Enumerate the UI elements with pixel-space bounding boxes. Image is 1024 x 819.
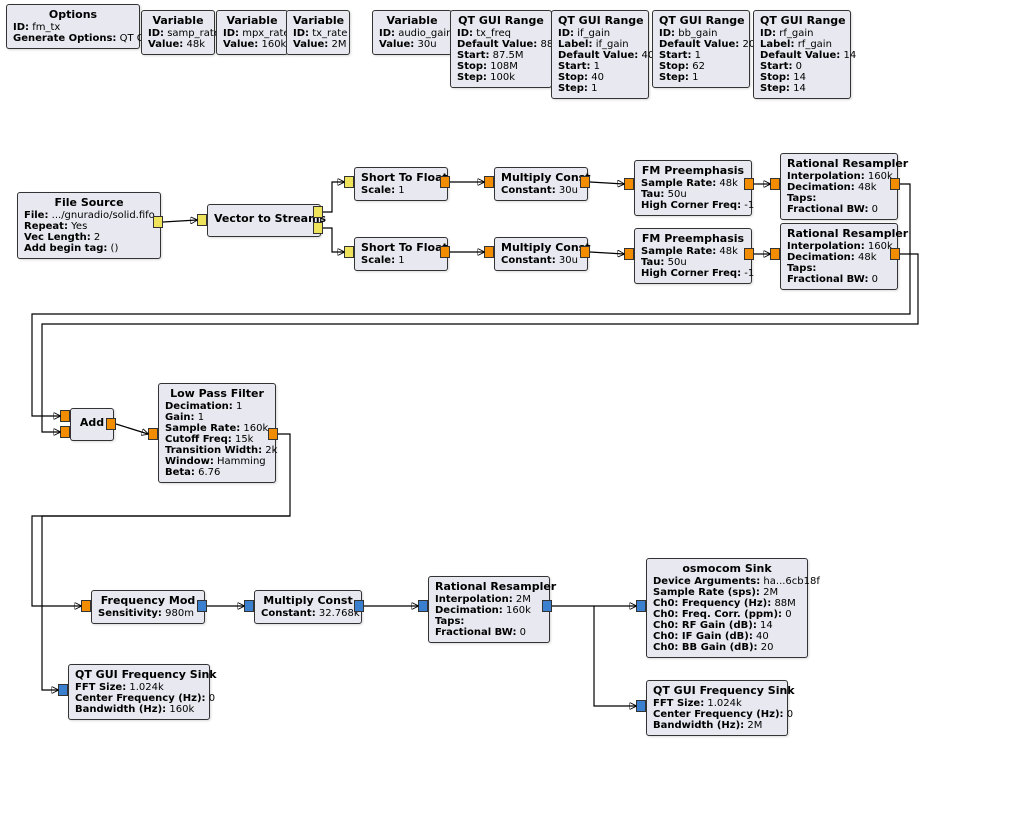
fsink2-in-port[interactable] (636, 700, 646, 712)
file-source-out-port[interactable] (153, 216, 163, 228)
osmocom-sink-block[interactable]: osmocom Sink Device Arguments: ha...6cb1… (646, 558, 808, 658)
range-tx-freq[interactable]: QT GUI Range ID: tx_freq Default Value: … (450, 10, 552, 88)
rr1-in-port[interactable] (770, 178, 780, 190)
pre2-out-port[interactable] (744, 248, 754, 260)
add-out-port[interactable] (106, 418, 116, 430)
rr1-out-port[interactable] (890, 178, 900, 190)
fmod-in-port[interactable] (81, 600, 91, 612)
short-to-float-1-block[interactable]: Short To Float Scale: 1 (354, 167, 448, 201)
stf1-in-port[interactable] (344, 176, 354, 188)
options-block[interactable]: Options ID: fm_tx Generate Options: QT G… (6, 4, 140, 49)
fm-preemphasis-2-block[interactable]: FM Preemphasis Sample Rate: 48k Tau: 50u… (634, 228, 752, 284)
variable-samp-rate[interactable]: Variable ID: samp_rate Value: 48k (141, 10, 215, 55)
fsink1-in-port[interactable] (58, 684, 68, 696)
short-to-float-2-block[interactable]: Short To Float Scale: 1 (354, 237, 448, 271)
pre1-in-port[interactable] (624, 178, 634, 190)
rr3-in-port[interactable] (418, 600, 428, 612)
lpf-in-port[interactable] (148, 428, 158, 440)
options-title: Options (13, 8, 133, 21)
osmocom-sink-in-port[interactable] (636, 600, 646, 612)
rr3-out-port[interactable] (542, 600, 552, 612)
vector-to-streams-block[interactable]: Vector to Streams (207, 204, 321, 237)
mc3-out-port[interactable] (354, 600, 364, 612)
rational-resampler-3-block[interactable]: Rational Resampler Interpolation: 2M Dec… (428, 576, 550, 643)
add-in1-port[interactable] (60, 426, 70, 438)
multiply-const-3-block[interactable]: Multiply Const Constant: 32.768k (254, 590, 362, 624)
fmod-out-port[interactable] (197, 600, 207, 612)
variable-mpx-rate[interactable]: Variable ID: mpx_rate Value: 160k (216, 10, 288, 55)
file-source-block[interactable]: File Source File: .../gnuradio/solid.fif… (17, 192, 161, 259)
qt-gui-freq-sink-2-block[interactable]: QT GUI Frequency Sink FFT Size: 1.024k C… (646, 680, 788, 736)
stf2-out-port[interactable] (440, 246, 450, 258)
range-bb-gain[interactable]: QT GUI Range ID: bb_gain Default Value: … (652, 10, 750, 88)
mc1-out-port[interactable] (580, 176, 590, 188)
fm-preemphasis-1-block[interactable]: FM Preemphasis Sample Rate: 48k Tau: 50u… (634, 160, 752, 216)
vec2streams-out0-port[interactable] (313, 206, 323, 218)
low-pass-filter-block[interactable]: Low Pass Filter Decimation: 1 Gain: 1 Sa… (158, 383, 276, 483)
lpf-out-port[interactable] (268, 428, 278, 440)
rational-resampler-2-block[interactable]: Rational Resampler Interpolation: 160k D… (780, 223, 898, 290)
frequency-mod-block[interactable]: Frequency Mod Sensitivity: 980m (91, 590, 205, 624)
mc2-out-port[interactable] (580, 246, 590, 258)
stf2-in-port[interactable] (344, 246, 354, 258)
qt-gui-freq-sink-1-block[interactable]: QT GUI Frequency Sink FFT Size: 1.024k C… (68, 664, 210, 720)
mc1-in-port[interactable] (484, 176, 494, 188)
multiply-const-1-block[interactable]: Multiply Const Constant: 30u (494, 167, 588, 201)
rr2-out-port[interactable] (890, 248, 900, 260)
stf1-out-port[interactable] (440, 176, 450, 188)
mc2-in-port[interactable] (484, 246, 494, 258)
pre2-in-port[interactable] (624, 248, 634, 260)
range-rf-gain[interactable]: QT GUI Range ID: rf_gain Label: rf_gain … (753, 10, 851, 99)
mc3-in-port[interactable] (244, 600, 254, 612)
add-in0-port[interactable] (60, 410, 70, 422)
variable-tx-rate[interactable]: Variable ID: tx_rate Value: 2M (286, 10, 350, 55)
range-if-gain[interactable]: QT GUI Range ID: if_gain Label: if_gain … (551, 10, 649, 99)
vec2streams-in-port[interactable] (197, 214, 207, 226)
pre1-out-port[interactable] (744, 178, 754, 190)
rational-resampler-1-block[interactable]: Rational Resampler Interpolation: 160k D… (780, 153, 898, 220)
multiply-const-2-block[interactable]: Multiply Const Constant: 30u (494, 237, 588, 271)
variable-audio-gain[interactable]: Variable ID: audio_gain Value: 30u (372, 10, 452, 55)
vec2streams-out1-port[interactable] (313, 222, 323, 234)
rr2-in-port[interactable] (770, 248, 780, 260)
